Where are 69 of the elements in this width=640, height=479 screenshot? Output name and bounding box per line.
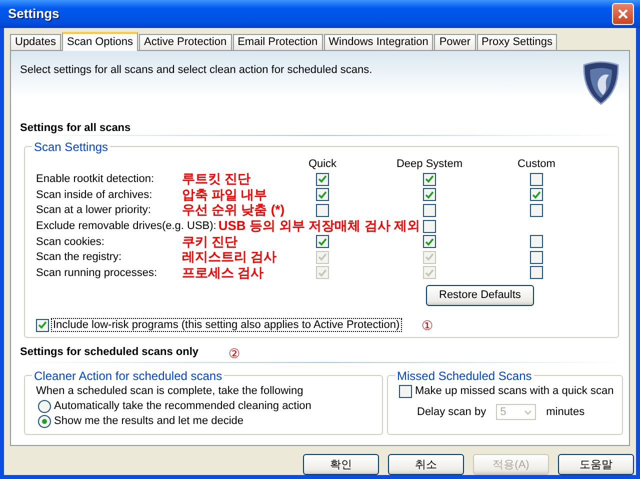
checkbox[interactable] [530,172,543,186]
radio-label[interactable]: Show me the results and let me decide [54,415,244,428]
checkbox[interactable] [316,235,329,248]
tab[interactable]: Active Protection [139,34,232,50]
dialog-button[interactable]: 취소 [388,454,464,475]
dialog-button[interactable]: 확인 [303,454,379,475]
checkbox-label[interactable]: Make up missed scans with a quick scan [415,385,614,398]
unit-label: minutes [546,406,585,418]
checkbox-label[interactable]: Include low-risk programs (this setting also applies to Active Protection) [52,319,401,332]
annotation-marker: ① [422,318,434,333]
radio-dot-icon [42,418,47,424]
instruction-text: When a scheduled scan is complete, take the following [36,384,304,397]
description-text: Select settings for all scans and select clean action for scheduled scans. [20,64,372,76]
checkbox[interactable] [316,204,329,217]
close-button[interactable] [612,2,634,25]
tab[interactable]: Email Protection [232,34,323,50]
restore-defaults-button[interactable]: Restore Defaults [426,284,534,306]
checkbox[interactable] [530,204,543,217]
group-title: Cleaner Action for scheduled scans [33,368,224,383]
checkbox[interactable] [423,204,436,217]
annotation-text: 우선 순위 낮춤 (*) [182,202,285,220]
setting-label: Scan running processes: [36,266,158,279]
setting-label: Scan at a lower priority: [36,204,152,216]
checkbox[interactable] [399,384,412,398]
checkbox[interactable] [423,172,436,186]
checkbox[interactable] [316,188,329,202]
checkbox[interactable] [423,188,436,202]
check-icon [532,190,541,199]
radio-button[interactable] [38,414,51,428]
tab[interactable]: Scan Options [62,32,138,51]
annotation-marker: ② [228,346,240,361]
annotation-text: 루트킷 진단 [182,170,251,188]
section-heading: Settings for scheduled scans only [20,346,198,360]
checkbox[interactable] [423,235,436,248]
setting-label: Scan inside of archives: [36,188,154,201]
radio-label[interactable]: Automatically take the recommended cleaning action [54,400,312,412]
checkbox[interactable] [530,250,543,264]
section-heading: Settings for all scans [20,122,131,134]
setting-label: Enable rootkit detection: [36,173,156,186]
column-header: Deep System [396,158,463,170]
setting-label: Scan the registry: [36,251,123,264]
setting-label: Scan cookies: [36,236,106,248]
group-title: Missed Scheduled Scans [396,368,533,383]
annotation-text: 레지스트리 검사 [182,248,277,266]
column-header: Custom [518,158,556,170]
close-icon [617,8,629,20]
dialog-button[interactable]: 도움말 [558,454,634,475]
setting-label: Exclude removable drives(e.g. USB): [36,220,216,232]
window-title: Settings [8,6,60,22]
annotation-text: 쿠키 진단 [182,232,238,251]
annotation-text: 압축 파일 내부 [182,186,268,204]
tab[interactable]: Updates [10,34,61,50]
tab[interactable]: Power [434,34,476,50]
checkbox[interactable] [530,266,543,280]
check-icon [38,321,47,330]
annotation-text: 프로세스 검사 [182,264,264,282]
checkbox[interactable] [316,172,329,186]
column-header: Quick [308,158,337,170]
checkbox[interactable] [530,235,543,248]
field-label: Delay scan by [417,406,486,418]
annotation-text: USB 등의 외부 저장매체 검사 제외 [218,217,420,236]
checkbox[interactable] [423,220,436,233]
group-title: Scan Settings [33,140,110,154]
shield-logo-icon [581,60,621,105]
tab[interactable]: Windows Integration [324,34,434,50]
checkbox[interactable] [530,188,543,202]
radio-button[interactable] [38,400,51,413]
checkbox[interactable] [36,318,49,332]
tab[interactable]: Proxy Settings [476,34,558,50]
